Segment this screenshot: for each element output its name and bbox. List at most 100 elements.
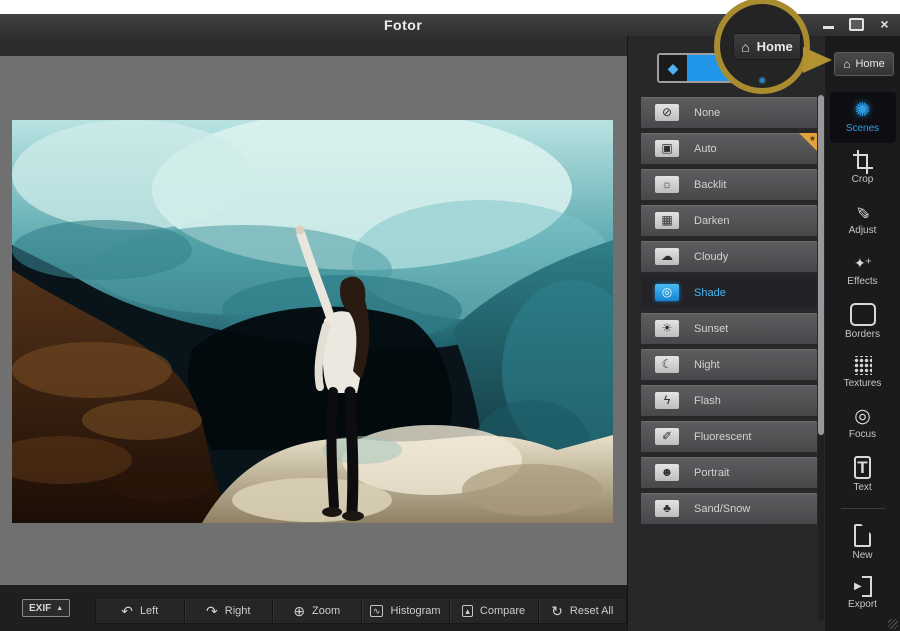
scene-option[interactable]: ♣ Sand/Snow (641, 493, 817, 524)
sidebar-item-label: Effects (847, 276, 877, 287)
toolbar-button[interactable]: ▴ Compare (449, 598, 538, 623)
minimize-icon (823, 26, 834, 29)
fotor-window: Fotor × (0, 14, 900, 631)
enhance-toggle-left[interactable]: ◆ (659, 55, 687, 81)
scene-scrollbar[interactable] (818, 95, 824, 621)
sidebar-item-icon (854, 524, 871, 547)
toolbar-button-label: Histogram (390, 605, 440, 617)
toolbar-button[interactable]: ∿ Histogram (361, 598, 450, 623)
sidebar-item-icon: ▶ (853, 577, 872, 596)
home-icon: ⌂ (741, 41, 749, 53)
photo-canvas (12, 120, 613, 523)
annotation-zoomed-home-button: ⌂ Home (733, 33, 801, 60)
scene-option[interactable]: ⊘ None (641, 97, 817, 128)
scene-icon: ✐ (655, 428, 679, 445)
scene-icon: ☀ (655, 320, 679, 337)
menu-bar (0, 36, 627, 56)
annotation-home-label: Home (757, 39, 793, 54)
toolbar-button-icon: ∿ (370, 605, 384, 617)
toolbar-button-label: Compare (480, 605, 525, 617)
maximize-button[interactable] (849, 18, 864, 31)
window-controls: × (821, 17, 892, 32)
annotation-arrow-icon (803, 47, 832, 73)
sidebar-item-icon: ◎ (854, 407, 871, 426)
app-title: Fotor (384, 17, 422, 33)
toolbar-button[interactable]: ↷ Right (184, 598, 273, 623)
maximize-icon (849, 18, 864, 31)
scene-icon: ☼ (655, 176, 679, 193)
sidebar-item[interactable]: ✺ Scenes (830, 92, 896, 143)
scene-option[interactable]: ☀ Sunset (641, 313, 817, 344)
sidebar-item[interactable]: ▶ Export (830, 568, 896, 619)
scene-option[interactable]: ◎ Shade (641, 277, 817, 308)
scene-option[interactable]: ▦ Darken (641, 205, 817, 236)
toolbar-button-label: Left (140, 605, 158, 617)
tool-sidebar: ✺ Scenes Crop ✎ Adjust ✦⁺ Effects Border… (825, 36, 900, 631)
scene-label: None (694, 107, 720, 119)
sidebar-divider (841, 508, 885, 509)
toolbar-button-icon: ↷ (206, 604, 218, 618)
sidebar-item-label: Focus (849, 429, 876, 440)
toolbar-button[interactable]: ↶ Left (96, 598, 184, 623)
scene-option[interactable]: ▣ Auto ★ (641, 133, 817, 164)
sidebar-item-label: Export (848, 599, 877, 610)
close-button[interactable]: × (877, 18, 892, 31)
sidebar-item-label: Borders (845, 329, 880, 340)
sidebar-item-icon (855, 152, 870, 171)
annotation-circle: ⌂ Home ✺ (714, 0, 810, 94)
sidebar-item-icon: ✎ (853, 205, 872, 219)
sidebar-item-icon: ✺ (855, 101, 871, 120)
minimize-button[interactable] (821, 18, 836, 31)
scene-label: Fluorescent (694, 431, 751, 443)
scene-label: Backlit (694, 179, 726, 191)
sidebar-item-label: Crop (852, 174, 874, 185)
scene-icon: ▣ (655, 140, 679, 157)
sidebar-item-label: Text (853, 482, 871, 493)
diamond-icon: ◆ (668, 60, 679, 77)
scene-label: Flash (694, 395, 721, 407)
scene-option[interactable]: ☾ Night (641, 349, 817, 380)
sidebar-item[interactable]: Borders (830, 296, 896, 347)
scene-icon: ☾ (655, 356, 679, 373)
sidebar-item-label: Textures (844, 378, 882, 389)
scene-option[interactable]: ϟ Flash (641, 385, 817, 416)
scene-option[interactable]: ☻ Portrait (641, 457, 817, 488)
toolbar-button-icon: ▴ (462, 605, 473, 617)
scene-label: Cloudy (694, 251, 728, 263)
scene-label: Night (694, 359, 720, 371)
home-icon: ⌂ (843, 58, 850, 70)
toolbar-button-group: ↶ Left ↷ Right ⊕ Zoom ∿ Histogram ▴ Comp… (95, 597, 627, 624)
scene-option[interactable]: ✐ Fluorescent (641, 421, 817, 452)
sidebar-item-icon (850, 303, 876, 326)
toolbar-button-label: Reset All (570, 605, 613, 617)
sidebar-item[interactable]: ✦⁺ Effects (830, 245, 896, 296)
sidebar-item[interactable]: T Text (830, 449, 896, 500)
scene-option[interactable]: ☁ Cloudy (641, 241, 817, 272)
scene-option[interactable]: ☼ Backlit (641, 169, 817, 200)
sidebar-item-icon (853, 356, 872, 375)
toolbar-button[interactable]: ↻ Reset All (538, 598, 627, 623)
sidebar-item[interactable]: Crop (830, 143, 896, 194)
chevron-up-icon: ▲ (56, 605, 63, 612)
scene-icon: ⊘ (655, 104, 679, 121)
scene-label: Portrait (694, 467, 729, 479)
sidebar-item-label: Scenes (846, 123, 879, 134)
home-button[interactable]: ⌂ Home (834, 52, 894, 76)
scene-label: Auto (694, 143, 717, 155)
sidebar-item-icon: T (854, 456, 871, 479)
scene-scrollbar-thumb[interactable] (818, 95, 824, 435)
resize-grip-icon[interactable] (888, 619, 898, 629)
scenes-panel: ◆ ⊘ None ▣ Auto ★ ☼ Backlit (627, 36, 826, 631)
sidebar-item[interactable]: ◎ Focus (830, 398, 896, 449)
editor-canvas (0, 56, 627, 585)
sidebar-item[interactable]: New (830, 517, 896, 568)
scene-label: Shade (694, 287, 726, 299)
screenshot-page: Fotor × (0, 0, 900, 631)
toolbar-button-icon: ↻ (551, 604, 563, 618)
scene-icon: ☻ (655, 464, 679, 481)
sidebar-item[interactable]: Textures (830, 347, 896, 398)
sidebar-item[interactable]: ✎ Adjust (830, 194, 896, 245)
toolbar-button[interactable]: ⊕ Zoom (272, 598, 361, 623)
exif-button[interactable]: EXIF ▲ (22, 599, 70, 617)
pro-badge-icon: ★ (799, 133, 817, 151)
